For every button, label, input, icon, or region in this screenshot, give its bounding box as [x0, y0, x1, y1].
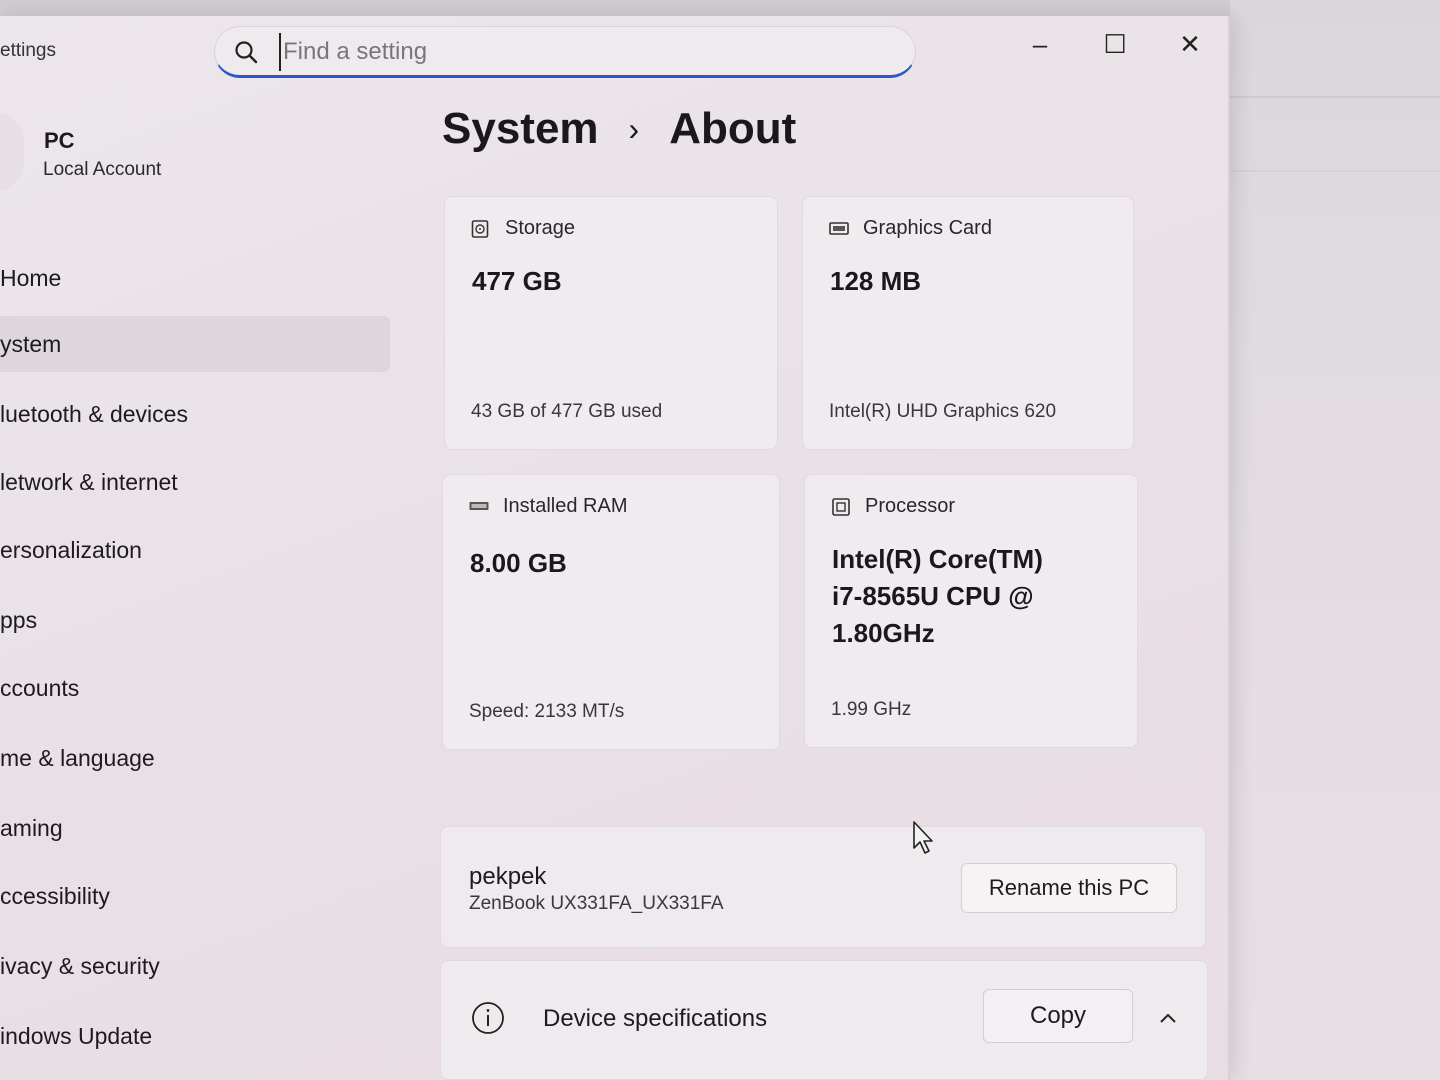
processor-value: Intel(R) Core(TM) i7-8565U CPU @ 1.80GHz — [832, 544, 1043, 648]
device-specifications-title: Device specifications — [543, 1005, 768, 1032]
sidebar-item-gaming[interactable]: aming — [0, 800, 390, 856]
sidebar-item-label: pps — [0, 606, 38, 633]
sidebar-item-label: letwork & internet — [0, 468, 178, 495]
storage-detail: 43 GB of 477 GB used — [471, 401, 663, 422]
sidebar-item-label: luetooth & devices — [0, 400, 188, 427]
settings-window: ettings – ☐ ✕ PC Local Account Home yste… — [0, 16, 1230, 1080]
profile-name: PC — [44, 128, 75, 153]
chevron-right-icon: › — [628, 110, 640, 147]
sidebar-item-bluetooth[interactable]: luetooth & devices — [0, 386, 390, 442]
card-header: Graphics Card — [829, 217, 992, 240]
graphics-detail: Intel(R) UHD Graphics 620 — [829, 401, 1057, 422]
sidebar-item-label: me & language — [0, 744, 155, 771]
sidebar-item-system[interactable]: ystem — [0, 316, 390, 372]
card-label: Storage — [505, 217, 576, 239]
sidebar-item-personalization[interactable]: ersonalization — [0, 522, 390, 578]
storage-card: Storage 477 GB 43 GB of 477 GB used — [444, 196, 778, 450]
sidebar-item-label: indows Update — [0, 1022, 153, 1049]
sidebar-item-label: ivacy & security — [0, 952, 160, 979]
device-name-panel: pekpek ZenBook UX331FA_UX331FA Rename th… — [440, 826, 1206, 948]
breadcrumb-parent[interactable]: System — [442, 104, 599, 154]
sidebar-item-label: ersonalization — [0, 536, 142, 563]
info-icon — [472, 1002, 504, 1034]
mouse-cursor-icon — [913, 821, 933, 854]
profile-account-type: Local Account — [43, 159, 162, 180]
page-title: About — [669, 104, 797, 153]
maximize-button[interactable]: ☐ — [1085, 24, 1145, 64]
device-name: pekpek — [469, 863, 547, 890]
graphics-value: 128 MB — [830, 266, 922, 296]
ram-icon — [469, 501, 489, 510]
card-label: Installed RAM — [503, 495, 628, 517]
graphics-card: Graphics Card 128 MB Intel(R) UHD Graphi… — [802, 196, 1134, 450]
storage-icon — [471, 219, 489, 238]
sidebar-item-apps[interactable]: pps — [0, 592, 390, 648]
card-label: Processor — [865, 495, 956, 517]
sidebar-item-network[interactable]: letwork & internet — [0, 454, 390, 510]
sidebar-item-home[interactable]: Home — [0, 250, 390, 306]
processor-icon — [832, 497, 850, 516]
chevron-up-icon — [1160, 1013, 1176, 1023]
background-window — [1230, 0, 1440, 1080]
sidebar-item-accounts[interactable]: ccounts — [0, 660, 390, 716]
sidebar-item-accessibility[interactable]: ccessibility — [0, 868, 390, 924]
divider — [1230, 96, 1440, 98]
sidebar-item-label: ccounts — [0, 674, 80, 701]
minimize-button[interactable]: – — [1010, 24, 1070, 64]
sidebar-item-label: ccessibility — [0, 882, 110, 909]
ram-value: 8.00 GB — [470, 548, 567, 578]
collapse-button[interactable] — [1149, 1001, 1187, 1035]
sidebar-item-label: Home — [0, 264, 62, 291]
storage-value: 477 GB — [472, 266, 562, 296]
close-button[interactable]: ✕ — [1160, 24, 1220, 64]
copy-button[interactable]: Copy — [983, 989, 1133, 1043]
card-header: Storage — [471, 217, 575, 240]
rename-pc-button[interactable]: Rename this PC — [961, 863, 1177, 913]
sidebar-item-time-language[interactable]: me & language — [0, 730, 390, 786]
ram-detail: Speed: 2133 MT/s — [469, 701, 625, 722]
card-label: Graphics Card — [863, 217, 992, 239]
device-specifications-panel[interactable]: Device specifications Copy — [440, 960, 1208, 1080]
card-header: Processor — [831, 495, 955, 518]
avatar[interactable] — [0, 112, 24, 192]
sidebar: PC Local Account Home ystem luetooth & d… — [0, 16, 400, 1080]
sidebar-item-windows-update[interactable]: indows Update — [0, 1008, 390, 1064]
sidebar-item-label: ystem — [0, 330, 62, 357]
ram-card: Installed RAM 8.00 GB Speed: 2133 MT/s — [442, 474, 780, 750]
sidebar-item-privacy-security[interactable]: ivacy & security — [0, 938, 390, 994]
processor-card: Processor Intel(R) Core(TM) i7-8565U CPU… — [804, 474, 1138, 748]
graphics-card-icon — [829, 221, 849, 235]
processor-detail: 1.99 GHz — [831, 699, 912, 720]
breadcrumb: System › About — [442, 104, 796, 154]
sidebar-item-label: aming — [0, 814, 63, 841]
card-header: Installed RAM — [469, 495, 628, 518]
divider — [1230, 170, 1440, 172]
device-model: ZenBook UX331FA_UX331FA — [469, 893, 724, 914]
